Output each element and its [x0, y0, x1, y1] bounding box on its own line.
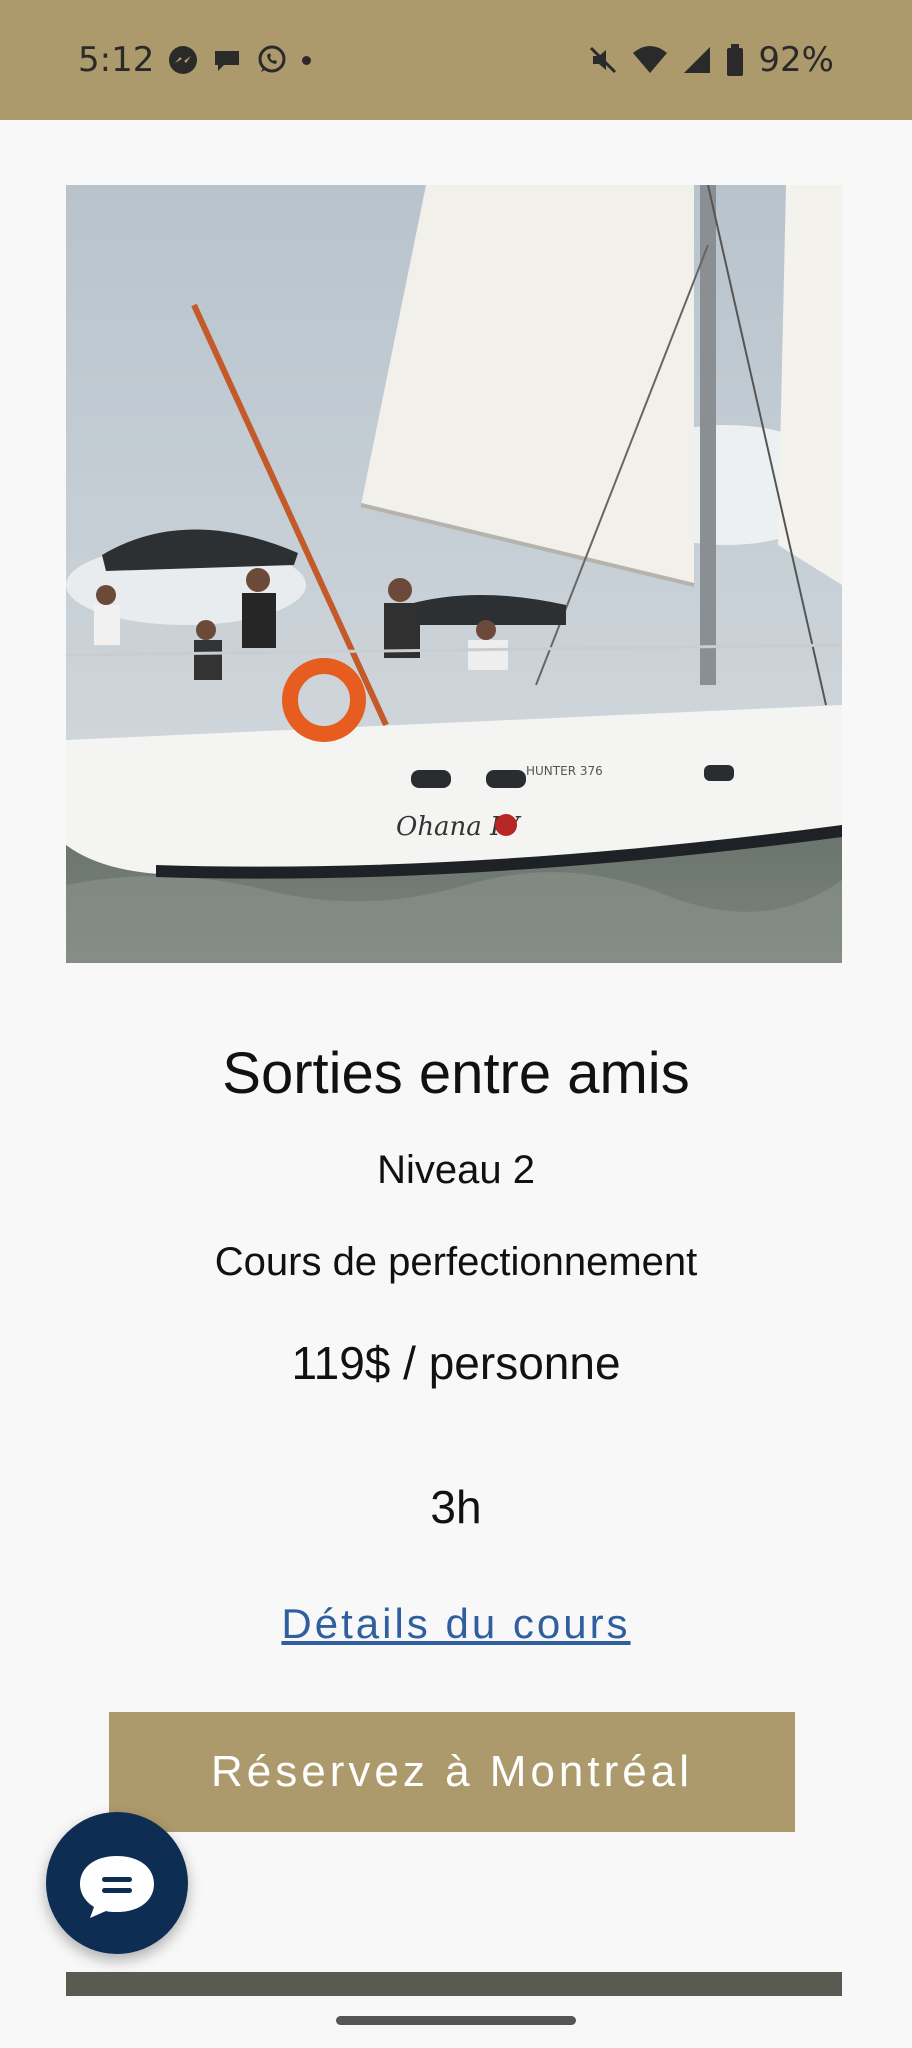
status-time: 5:12 — [78, 40, 155, 80]
messenger-icon — [169, 46, 197, 74]
chat-icon — [80, 1856, 154, 1918]
course-title: Sorties entre amis — [222, 1041, 690, 1106]
dot-icon — [302, 55, 311, 65]
course-duration: 3h — [430, 1481, 482, 1533]
status-bar: 5:12 92% — [0, 0, 912, 120]
book-montreal-button[interactable]: Réservez à Montréal — [109, 1712, 795, 1832]
course-description: Cours de perfectionnement — [214, 1240, 698, 1284]
signal-icon — [684, 47, 711, 73]
course-details-link[interactable]: Détails du cours — [0, 1600, 912, 1648]
sailboat-photo: Ohana IV HUNTER 376 — [66, 185, 842, 963]
course-level: Niveau 2 — [377, 1148, 535, 1192]
chat-bubble-icon — [215, 51, 239, 71]
wifi-icon — [633, 46, 668, 73]
battery-icon — [727, 44, 744, 76]
svg-text:HUNTER 376: HUNTER 376 — [526, 764, 603, 778]
home-gesture-handle[interactable] — [336, 2016, 576, 2025]
whatsapp-icon — [258, 45, 286, 73]
mute-icon — [590, 46, 617, 74]
next-course-photo — [66, 1972, 842, 1996]
system-icons: 92% — [588, 40, 834, 80]
notification-icons — [168, 44, 311, 76]
chat-button[interactable] — [46, 1812, 188, 1954]
battery-percentage: 92% — [758, 40, 834, 80]
course-price: 119$ / personne — [291, 1337, 621, 1389]
